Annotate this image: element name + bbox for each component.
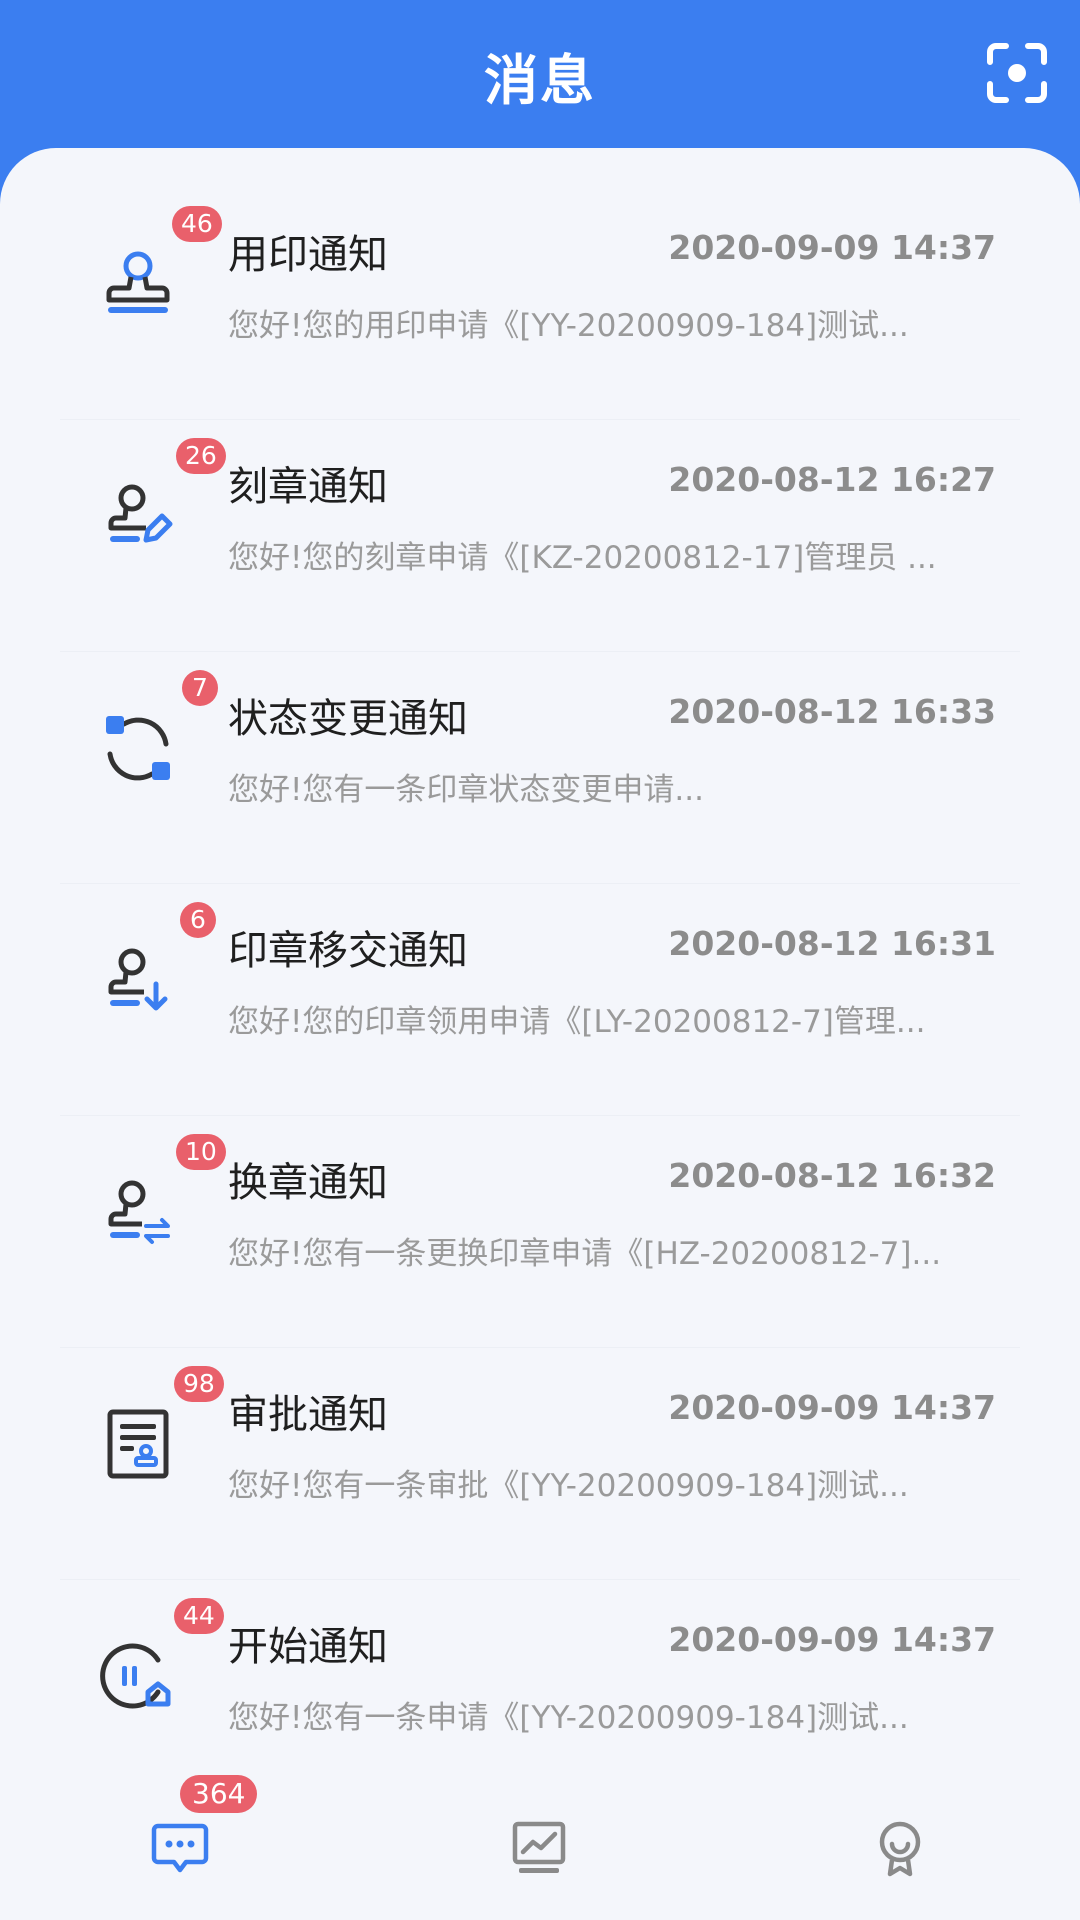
message-item-approval[interactable]: 98 审批通知 2020-09-09 14:37 您好!您有一条审批《[YY-2… <box>0 1348 1080 1580</box>
message-preview: 您好!您有一条印章状态变更申请... <box>228 772 704 808</box>
page-title: 消息 <box>484 49 596 112</box>
message-preview: 您好!您有一条审批《[YY-20200909-184]测试... <box>228 1468 909 1504</box>
message-time: 2020-08-12 16:33 <box>668 692 996 731</box>
message-preview: 您好!您的用印申请《[YY-20200909-184]测试... <box>228 308 909 344</box>
unread-badge: 46 <box>172 206 222 242</box>
message-panel: 46 用印通知 2020-09-09 14:37 您好!您的用印申请《[YY-2… <box>0 148 1080 1920</box>
tab-messages[interactable] <box>150 1818 210 1878</box>
message-preview: 您好!您的印章领用申请《[LY-20200812-7]管理... <box>228 1004 926 1040</box>
approval-document-icon <box>107 1409 169 1479</box>
unread-badge: 7 <box>182 670 218 706</box>
message-title: 刻章通知 <box>228 464 388 510</box>
message-title: 开始通知 <box>228 1624 388 1670</box>
message-time: 2020-09-09 14:37 <box>668 1388 996 1427</box>
message-time: 2020-09-09 14:37 <box>668 1620 996 1659</box>
stamp-edit-icon <box>108 484 173 543</box>
message-title: 换章通知 <box>228 1160 388 1206</box>
tab-bar <box>0 1782 1080 1920</box>
message-time: 2020-09-09 14:37 <box>668 228 996 267</box>
message-item-stamp[interactable]: 46 用印通知 2020-09-09 14:37 您好!您的用印申请《[YY-2… <box>0 188 1080 420</box>
unread-badge: 6 <box>180 902 216 938</box>
message-list: 46 用印通知 2020-09-09 14:37 您好!您的用印申请《[YY-2… <box>0 188 1080 1812</box>
scan-icon[interactable] <box>986 42 1048 104</box>
message-item-engrave[interactable]: 26 刻章通知 2020-08-12 16:27 您好!您的刻章申请《[KZ-2… <box>0 420 1080 652</box>
unread-badge: 26 <box>176 438 226 474</box>
stamp-icon <box>106 251 170 313</box>
tab-statistics[interactable] <box>509 1818 569 1878</box>
message-title: 审批通知 <box>228 1392 388 1438</box>
start-icon <box>100 1643 171 1709</box>
message-item-transfer[interactable]: 6 印章移交通知 2020-08-12 16:31 您好!您的印章领用申请《[L… <box>0 884 1080 1116</box>
message-time: 2020-08-12 16:32 <box>668 1156 996 1195</box>
message-item-status-change[interactable]: 7 状态变更通知 2020-08-12 16:33 您好!您有一条印章状态变更申… <box>0 652 1080 884</box>
stamp-exchange-icon <box>108 1180 170 1244</box>
message-preview: 您好!您有一条更换印章申请《[HZ-20200812-7]... <box>228 1236 942 1272</box>
message-preview: 您好!您有一条申请《[YY-20200909-184]测试... <box>228 1700 909 1736</box>
message-item-exchange[interactable]: 10 换章通知 2020-08-12 16:32 您好!您有一条更换印章申请《[… <box>0 1116 1080 1348</box>
message-title: 状态变更通知 <box>228 696 468 742</box>
message-title: 印章移交通知 <box>228 928 468 974</box>
unread-badge: 10 <box>176 1134 226 1170</box>
unread-badge: 44 <box>174 1598 224 1634</box>
header: 消息 <box>0 0 1080 160</box>
message-preview: 您好!您的刻章申请《[KZ-20200812-17]管理员 ... <box>228 540 937 576</box>
unread-badge: 98 <box>174 1366 224 1402</box>
total-unread-badge: 364 <box>180 1775 258 1813</box>
message-title: 用印通知 <box>228 232 388 278</box>
message-time: 2020-08-12 16:27 <box>668 460 996 499</box>
stamp-transfer-icon <box>108 948 168 1011</box>
tab-profile[interactable] <box>870 1818 930 1878</box>
status-change-icon <box>106 716 170 781</box>
message-time: 2020-08-12 16:31 <box>668 924 996 963</box>
message-item-start[interactable]: 44 开始通知 2020-09-09 14:37 您好!您有一条申请《[YY-2… <box>0 1580 1080 1812</box>
